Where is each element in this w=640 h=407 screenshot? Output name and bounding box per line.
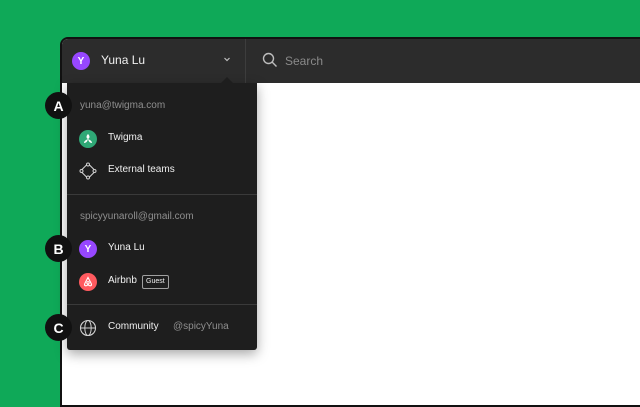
annotation-marker-c: C [45, 314, 72, 341]
menu-item-airbnb[interactable]: Airbnb Guest [67, 266, 257, 298]
avatar-icon: Y [79, 240, 97, 258]
menu-item-label: Community [108, 321, 159, 332]
divider [67, 194, 257, 195]
menu-item-external-teams[interactable]: External teams [67, 155, 257, 187]
menu-item-community[interactable]: Community @spicyYuna [67, 312, 257, 344]
section-email: yuna@twigma.com [80, 100, 166, 111]
top-bar: Y Yuna Lu [62, 39, 640, 83]
menu-item-twigma[interactable]: Twigma [67, 123, 257, 155]
search-icon [262, 52, 277, 67]
account-switcher-button[interactable]: Y Yuna Lu [62, 39, 246, 83]
account-dropdown-menu: yuna@twigma.com Twigma External teams sp… [67, 77, 257, 350]
search-input[interactable] [285, 51, 585, 71]
divider [67, 304, 257, 305]
section-email: spicyyunaroll@gmail.com [80, 211, 194, 222]
account-name: Yuna Lu [101, 53, 146, 67]
external-teams-icon [79, 162, 97, 180]
menu-caret [220, 77, 234, 84]
chevron-down-icon [224, 57, 230, 62]
menu-item-label: Yuna Lu [108, 242, 145, 253]
guest-badge: Guest [142, 275, 169, 289]
menu-item-label: Airbnb [108, 275, 137, 286]
menu-item-label: External teams [108, 164, 175, 175]
search-bar[interactable] [247, 39, 640, 83]
annotation-marker-a: A [45, 92, 72, 119]
annotation-marker-b: B [45, 235, 72, 262]
twigma-logo-icon [79, 130, 97, 148]
menu-item-yuna-lu[interactable]: Y Yuna Lu [67, 233, 257, 265]
avatar: Y [72, 52, 90, 70]
community-handle: @spicyYuna [173, 321, 229, 332]
airbnb-logo-icon [79, 273, 97, 291]
globe-icon [79, 319, 97, 337]
menu-item-label: Twigma [108, 132, 143, 143]
